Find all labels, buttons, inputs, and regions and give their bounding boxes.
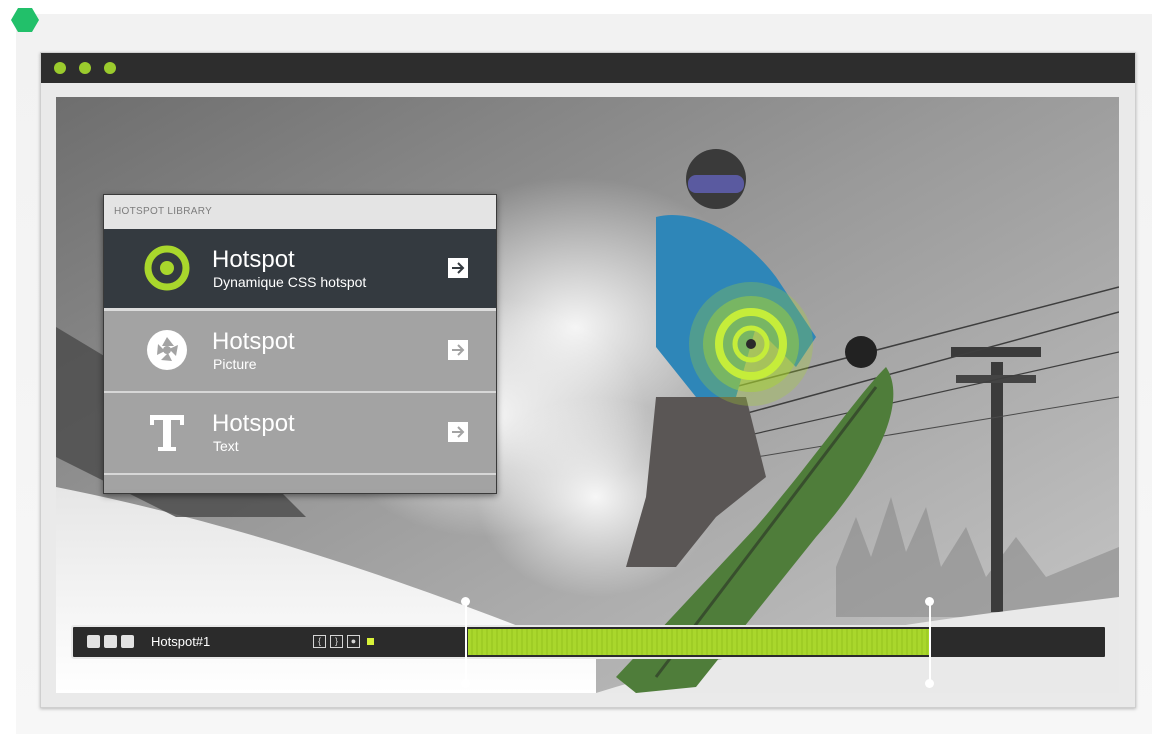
- timeline-end-handle-bottom[interactable]: [925, 679, 934, 688]
- minimize-dot[interactable]: [79, 62, 91, 74]
- library-item-title: Hotspot: [212, 328, 295, 355]
- library-footer: [104, 475, 496, 489]
- keyframe-open-button[interactable]: {: [313, 635, 326, 648]
- visibility-eye-icon[interactable]: [87, 635, 100, 648]
- camera-aperture-icon: [147, 330, 187, 370]
- window-titlebar: [41, 53, 1135, 83]
- library-item-title: Hotspot: [212, 246, 295, 273]
- library-item-title: Hotspot: [212, 410, 295, 437]
- library-item-text-hotspot[interactable]: Hotspot Text: [104, 393, 496, 475]
- timeline-start-handle[interactable]: [465, 601, 467, 683]
- timeline-duration-bar[interactable]: [468, 629, 931, 655]
- image-canvas[interactable]: HOTSPOT LIBRARY Hotspot Dynamique CSS ho…: [56, 97, 1119, 693]
- arrow-right-icon[interactable]: [447, 339, 469, 361]
- record-dot-button[interactable]: ●: [347, 635, 360, 648]
- arrow-right-icon[interactable]: [447, 257, 469, 279]
- close-dot[interactable]: [54, 62, 66, 74]
- color-swatch-icon[interactable]: [367, 638, 374, 645]
- timeline-start-handle-bottom[interactable]: [461, 679, 470, 688]
- hotspot-library-panel: HOTSPOT LIBRARY Hotspot Dynamique CSS ho…: [103, 194, 497, 494]
- text-t-icon: [150, 415, 184, 451]
- dropdown-arrow-icon[interactable]: [121, 635, 134, 648]
- hotspot-target-icon[interactable]: [686, 279, 816, 409]
- library-item-subtitle: Dynamique CSS hotspot: [213, 274, 367, 290]
- library-item-subtitle: Picture: [213, 356, 257, 372]
- lock-icon[interactable]: [104, 635, 117, 648]
- timeline-end-handle-top[interactable]: [925, 597, 934, 606]
- library-item-picture-hotspot[interactable]: Hotspot Picture: [104, 311, 496, 393]
- keyframe-close-button[interactable]: }: [330, 635, 343, 648]
- library-item-subtitle: Text: [213, 438, 239, 454]
- timeline-end-handle[interactable]: [929, 601, 931, 683]
- target-ring-icon: [144, 245, 190, 291]
- timeline-track[interactable]: Hotspot#1 { } ●: [71, 625, 1107, 659]
- hexagon-logo-icon: [11, 8, 39, 32]
- timeline-start-handle-top[interactable]: [461, 597, 470, 606]
- library-header: HOTSPOT LIBRARY: [104, 195, 496, 229]
- app-window: HOTSPOT LIBRARY Hotspot Dynamique CSS ho…: [40, 52, 1136, 708]
- maximize-dot[interactable]: [104, 62, 116, 74]
- arrow-right-icon[interactable]: [447, 421, 469, 443]
- library-item-css-hotspot[interactable]: Hotspot Dynamique CSS hotspot: [104, 229, 496, 311]
- layer-name: Hotspot#1: [151, 634, 211, 649]
